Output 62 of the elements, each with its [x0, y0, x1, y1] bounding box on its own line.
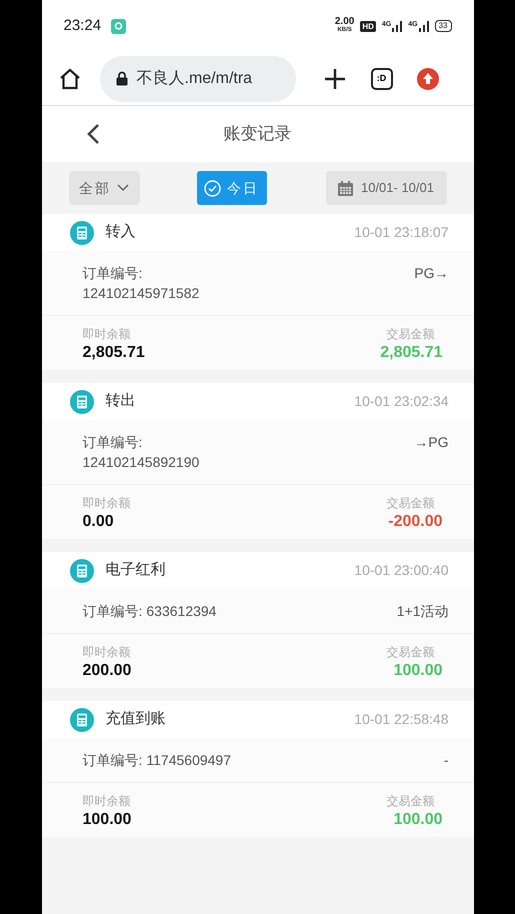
record-time: 10-01 23:02:34 [354, 392, 448, 411]
ledger-icon [70, 220, 94, 244]
status-time: 23:24 [64, 16, 102, 36]
amount-label: 交易金额 [386, 326, 434, 342]
lock-icon [116, 71, 128, 86]
order-number: 11745609497 [146, 751, 231, 770]
today-button[interactable]: 今日 [196, 171, 266, 205]
order-label: 订单编号: [82, 264, 144, 283]
ledger-icon [70, 390, 94, 414]
order-number: 124102145892190 [82, 453, 200, 472]
balance-label: 即时余额 [82, 793, 132, 809]
order-label: 订单编号: [82, 433, 144, 452]
signal-icon [392, 20, 402, 32]
check-circle-icon [204, 180, 221, 196]
balance-label: 即时余额 [82, 326, 132, 342]
ledger-icon [70, 558, 94, 582]
record-note: →PG [414, 433, 448, 452]
record-note: PG→ [414, 264, 448, 283]
back-icon[interactable] [86, 123, 100, 145]
record-time: 10-01 23:00:40 [354, 561, 448, 580]
calendar-icon [338, 180, 353, 196]
record-time: 10-01 23:18:07 [354, 223, 448, 242]
type-filter-dropdown[interactable]: 全部 [68, 171, 140, 205]
balance-value: 0.00 [82, 512, 115, 532]
chat-icon [111, 18, 126, 34]
url-text: 不良人.me/m/tra [136, 68, 252, 88]
hd-badge: HD [360, 20, 376, 32]
ledger-icon [70, 708, 94, 732]
amount-value: 100.00 [394, 810, 442, 830]
amount-value: 100.00 [394, 661, 442, 681]
chevron-down-icon [117, 184, 129, 192]
amount-value: 2,805.71 [380, 343, 442, 363]
amount-label: 交易金额 [386, 793, 434, 809]
upload-icon[interactable] [416, 68, 438, 90]
tab-switcher-button[interactable]: :D [370, 68, 392, 90]
order-label: 订单编号: [82, 751, 142, 770]
net-speed: 2.00 [334, 18, 354, 26]
page-title: 账变记录 [224, 123, 292, 146]
record-note: - [444, 751, 448, 770]
record-time: 10-01 22:58:48 [354, 710, 448, 729]
balance-label: 即时余额 [82, 495, 130, 511]
balance-value: 2,805.71 [82, 343, 145, 363]
balance-value: 100.00 [82, 810, 132, 830]
record-title: 电子红利 [106, 560, 166, 580]
battery-level: 33 [434, 20, 452, 32]
amount-label: 交易金额 [386, 495, 434, 511]
home-icon[interactable] [58, 66, 82, 90]
balance-label: 即时余额 [82, 644, 132, 660]
balance-value: 200.00 [82, 661, 132, 681]
record-title: 转出 [106, 391, 136, 412]
order-label: 订单编号: [82, 602, 142, 621]
record-note: 1+1活动 [396, 602, 448, 621]
signal-icon [418, 20, 429, 32]
new-tab-icon[interactable] [324, 68, 346, 90]
order-number: 633612394 [146, 602, 216, 621]
date-range-button[interactable]: 10/01- 10/01 [326, 171, 446, 205]
order-number: 124102145971582 [82, 284, 200, 303]
address-bar[interactable]: 不良人.me/m/tra [100, 56, 296, 102]
record-title: 转入 [106, 222, 136, 242]
amount-label: 交易金额 [386, 644, 434, 660]
amount-value: -200.00 [388, 512, 442, 532]
record-title: 充值到账 [106, 709, 166, 730]
